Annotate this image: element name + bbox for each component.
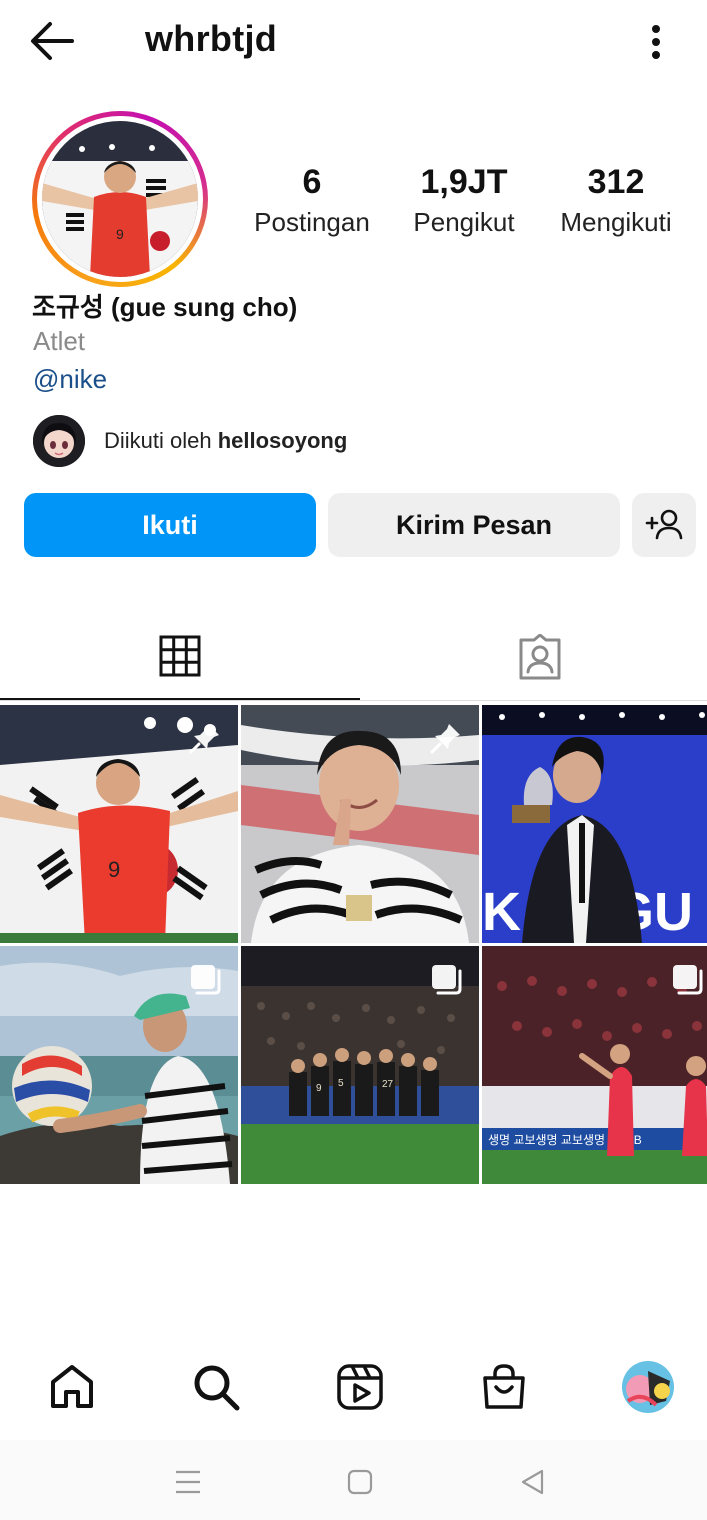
svg-text:9: 9 [116,226,124,242]
post-tile[interactable] [241,705,479,943]
profile-category: Atlet [33,326,86,356]
followed-by-text: Diikuti oleh hellosoyong [104,428,347,454]
nav-shop[interactable] [477,1360,531,1414]
svg-text:9: 9 [108,857,120,882]
posts-label: Postingan [254,207,370,237]
svg-text:5: 5 [338,1078,344,1089]
profile-avatar: 9 [42,121,198,277]
followed-by-prefix: Diikuti oleh [104,428,218,453]
more-options-button[interactable] [640,20,672,64]
profile-tabs [0,614,707,702]
post-tile[interactable]: 9 5 27 [241,946,479,1184]
avatar-photo-image: 9 [42,121,198,277]
more-vertical-icon [652,25,660,59]
menu-icon [176,1470,200,1494]
profile-avatar-small [622,1361,674,1413]
profile-link[interactable]: @nike [33,364,107,395]
post-tile[interactable]: 생명 교보생명 교보생명 KYOB [482,946,707,1184]
page-title: whrbtjd [145,18,278,59]
following-label: Mengikuti [560,207,672,237]
following-stat[interactable]: 312 Mengikuti [550,160,682,240]
posts-count: 6 [302,163,322,201]
followers-stat[interactable]: 1,9JT Pengikut [402,160,526,240]
following-count: 312 [587,163,645,201]
add-user-icon [645,509,683,540]
profile-stats: 6 Postingan 1,9JT Pengikut 312 Mengikuti [230,160,700,250]
followers-count: 1,9JT [420,163,508,201]
recent-apps-button[interactable] [168,1462,208,1502]
pin-icon [430,724,460,754]
grid-icon [159,635,201,677]
nav-profile[interactable] [621,1360,675,1414]
nav-search[interactable] [189,1360,243,1414]
triangle-back-icon [521,1469,544,1495]
home-icon [51,1365,93,1408]
post-tile[interactable]: GU K [482,705,707,943]
nav-home[interactable] [45,1360,99,1414]
bottom-navigation [0,1350,707,1428]
message-button[interactable]: Kirim Pesan [328,493,620,557]
followed-by-row[interactable]: Diikuti oleh hellosoyong [33,414,347,468]
square-icon [347,1469,373,1495]
pin-icon [189,724,219,754]
back-system-button[interactable] [512,1462,552,1502]
post-tile[interactable] [0,946,238,1184]
carousel-icon [432,965,462,995]
search-icon [194,1365,240,1411]
arrow-left-icon [31,22,74,60]
tab-posts-grid[interactable] [0,614,360,700]
reels-icon [337,1364,383,1410]
followers-label: Pengikut [413,207,515,237]
followed-by-username: hellosoyong [217,428,348,453]
profile-avatar-story-ring[interactable]: 9 [32,111,208,287]
back-button[interactable] [28,18,84,64]
svg-text:9: 9 [316,1083,322,1094]
post-image: GU K [482,705,707,943]
follower-avatar [33,415,85,467]
tagged-icon [519,634,561,680]
system-navigation-bar [0,1440,707,1520]
profile-header: whrbtjd [0,0,707,84]
carousel-icon [673,965,703,995]
suggested-users-button[interactable] [632,493,696,557]
svg-text:27: 27 [382,1079,394,1090]
home-button[interactable] [340,1462,380,1502]
shop-icon [483,1364,525,1409]
carousel-icon [191,965,221,995]
tab-tagged[interactable] [360,614,707,700]
nav-reels[interactable] [333,1360,387,1414]
tabs-divider [0,700,707,701]
svg-text:K: K [482,882,521,942]
follow-button[interactable]: Ikuti [24,493,316,557]
posts-stat[interactable]: 6 Postingan [248,160,376,240]
profile-full-name: 조규성 (gue sung cho) [32,292,298,322]
post-tile[interactable]: 9 [0,705,238,943]
